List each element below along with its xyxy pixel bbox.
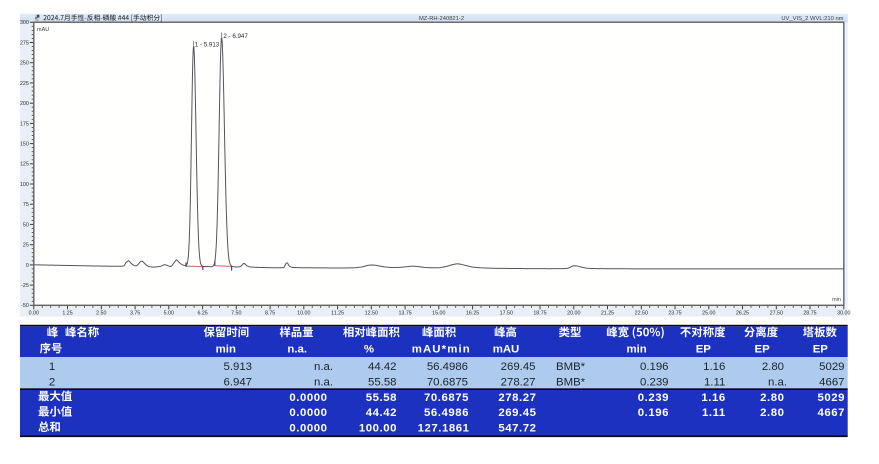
- svg-text:75: 75: [23, 202, 29, 208]
- svg-text:275: 275: [20, 40, 29, 46]
- svg-text:8.75: 8.75: [265, 310, 275, 316]
- svg-text:25: 25: [23, 243, 29, 249]
- svg-text:127.1861: 127.1861: [418, 422, 470, 434]
- svg-text:5029: 5029: [817, 392, 845, 404]
- svg-text:5.913: 5.913: [223, 361, 252, 373]
- svg-text:26.25: 26.25: [736, 310, 749, 316]
- svg-text:0.239: 0.239: [640, 377, 669, 389]
- svg-text:2.80: 2.80: [762, 361, 784, 373]
- svg-text:n.a.: n.a.: [768, 377, 787, 389]
- svg-text:56.4986: 56.4986: [424, 407, 469, 419]
- svg-text:min: min: [216, 343, 236, 355]
- svg-text:0.0000: 0.0000: [289, 407, 327, 419]
- svg-text:3.75: 3.75: [130, 310, 140, 316]
- svg-text:0.196: 0.196: [638, 407, 669, 419]
- svg-text:1.25: 1.25: [62, 310, 72, 316]
- svg-text:22.50: 22.50: [635, 310, 648, 316]
- svg-text:mAU*min: mAU*min: [412, 343, 470, 355]
- svg-text:BMB*: BMB*: [556, 361, 586, 373]
- svg-text:n.a.: n.a.: [314, 377, 333, 389]
- svg-text:278.27: 278.27: [498, 392, 536, 404]
- svg-text:2.80: 2.80: [760, 407, 784, 419]
- svg-text:225: 225: [20, 81, 29, 87]
- svg-text:min: min: [832, 297, 841, 303]
- svg-text:2 - 6.947: 2 - 6.947: [223, 33, 248, 40]
- svg-text:6.25: 6.25: [197, 310, 207, 316]
- svg-text:1.16: 1.16: [701, 392, 725, 404]
- svg-text:13.75: 13.75: [398, 310, 411, 316]
- svg-text:15.00: 15.00: [432, 310, 445, 316]
- svg-text:5.00: 5.00: [164, 310, 174, 316]
- svg-text:11.25: 11.25: [331, 310, 344, 316]
- svg-text:200: 200: [20, 101, 29, 107]
- svg-text:50: 50: [23, 222, 29, 228]
- svg-text:56.4986: 56.4986: [427, 361, 468, 373]
- svg-text:1 - 5.913: 1 - 5.913: [195, 41, 220, 48]
- svg-text:0: 0: [26, 263, 29, 269]
- svg-text:n.a.: n.a.: [287, 343, 307, 355]
- svg-text:250: 250: [20, 61, 29, 67]
- svg-text:300: 300: [20, 20, 29, 26]
- svg-text:4667: 4667: [819, 377, 844, 389]
- svg-text:0.0000: 0.0000: [289, 392, 327, 404]
- svg-text:2: 2: [49, 377, 55, 389]
- svg-text:30.00: 30.00: [837, 310, 850, 316]
- svg-text:70.6875: 70.6875: [427, 377, 468, 389]
- svg-text:70.6875: 70.6875: [424, 392, 469, 404]
- svg-text:125: 125: [20, 162, 29, 168]
- svg-text:-50: -50: [21, 303, 29, 309]
- svg-text:18.75: 18.75: [533, 310, 546, 316]
- svg-text:%: %: [364, 343, 374, 355]
- svg-text:0.0000: 0.0000: [289, 422, 327, 434]
- svg-text:2.50: 2.50: [96, 310, 106, 316]
- svg-text:EP: EP: [696, 343, 712, 355]
- svg-text:21.25: 21.25: [601, 310, 614, 316]
- svg-text:28.75: 28.75: [803, 310, 816, 316]
- svg-text:-25: -25: [21, 283, 29, 289]
- svg-text:MZ-RH-240821-2: MZ-RH-240821-2: [419, 16, 464, 22]
- svg-text:27.50: 27.50: [770, 310, 783, 316]
- svg-text:55.58: 55.58: [366, 392, 397, 404]
- svg-text:n.a.: n.a.: [314, 361, 333, 373]
- svg-text:150: 150: [20, 142, 29, 148]
- svg-text:mAU: mAU: [37, 27, 49, 33]
- svg-text:EP: EP: [813, 343, 829, 355]
- svg-text:20.00: 20.00: [567, 310, 580, 316]
- svg-text:1: 1: [49, 361, 55, 373]
- svg-text:12.50: 12.50: [365, 310, 378, 316]
- svg-text:269.45: 269.45: [501, 361, 536, 373]
- svg-text:UV_VIS_2 WVL:210 nm: UV_VIS_2 WVL:210 nm: [781, 16, 843, 22]
- svg-text:0.196: 0.196: [640, 361, 669, 373]
- svg-text:55.58: 55.58: [368, 377, 397, 389]
- svg-text:0.239: 0.239: [638, 392, 669, 404]
- svg-text:BMB*: BMB*: [556, 377, 586, 389]
- svg-text:547.72: 547.72: [498, 422, 536, 434]
- svg-text:25.00: 25.00: [702, 310, 715, 316]
- svg-text:10.00: 10.00: [297, 310, 310, 316]
- svg-text:2.80: 2.80: [760, 392, 784, 404]
- svg-text:1.11: 1.11: [704, 377, 725, 389]
- svg-text:23.75: 23.75: [668, 310, 681, 316]
- svg-text:0.00: 0.00: [29, 310, 39, 316]
- svg-text:44.42: 44.42: [368, 361, 397, 373]
- svg-text:100.00: 100.00: [359, 422, 397, 434]
- svg-text:4667: 4667: [817, 407, 845, 419]
- svg-text:16.25: 16.25: [466, 310, 479, 316]
- svg-text:EP: EP: [754, 343, 770, 355]
- svg-text:1.16: 1.16: [703, 361, 725, 373]
- svg-text:269.45: 269.45: [498, 407, 536, 419]
- svg-text:6.947: 6.947: [223, 377, 252, 389]
- svg-text:100: 100: [20, 182, 29, 188]
- svg-text:1.11: 1.11: [702, 407, 726, 419]
- svg-text:44.42: 44.42: [366, 407, 397, 419]
- svg-text:17.50: 17.50: [500, 310, 513, 316]
- svg-text:mAU: mAU: [493, 343, 520, 355]
- svg-text:min: min: [626, 343, 646, 355]
- svg-text:175: 175: [20, 121, 29, 127]
- svg-text:7.50: 7.50: [231, 310, 241, 316]
- svg-text:5029: 5029: [819, 361, 844, 373]
- svg-text:278.27: 278.27: [501, 377, 536, 389]
